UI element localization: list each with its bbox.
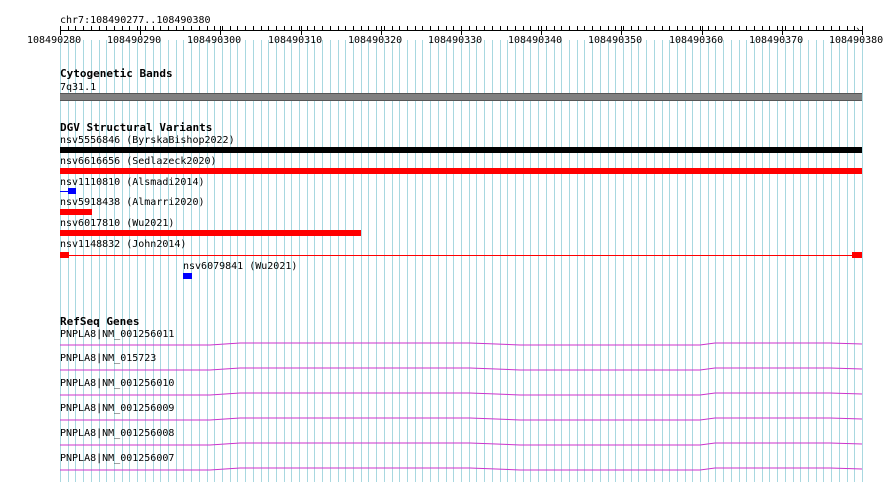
gene-intron-line (60, 367, 863, 371)
gene-intron-line (60, 342, 863, 346)
gene-intron-line (60, 467, 863, 471)
gene-intron-line (60, 392, 863, 396)
gene-intron-line (60, 442, 863, 446)
gene-models (60, 342, 863, 471)
gene-intron-line (60, 417, 863, 421)
